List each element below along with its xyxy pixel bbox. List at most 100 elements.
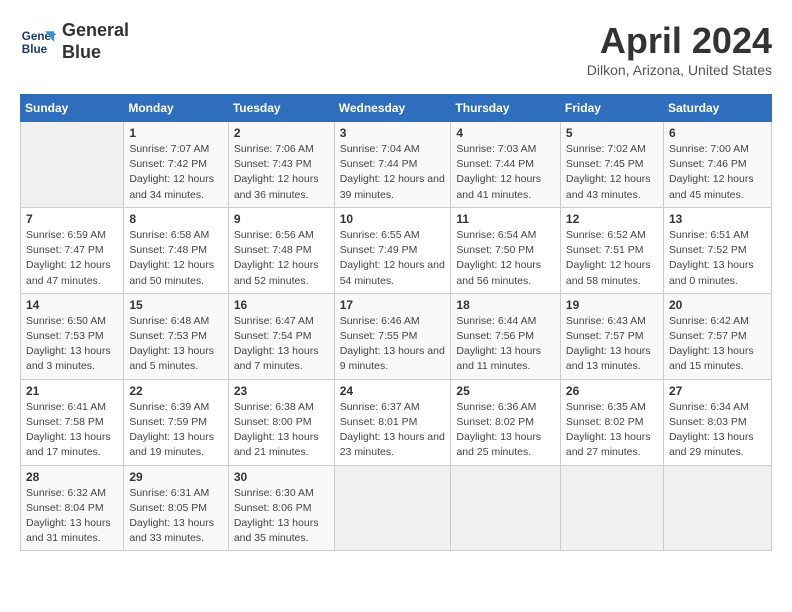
calendar-day-cell: 15Sunrise: 6:48 AMSunset: 7:53 PMDayligh…	[124, 293, 228, 379]
page-header: General Blue General Blue April 2024 Dil…	[20, 20, 772, 78]
day-info: Sunrise: 7:02 AMSunset: 7:45 PMDaylight:…	[566, 142, 658, 203]
calendar-day-cell: 26 Sunrise: 6:35 AMSunset: 8:02 PMDayligh…	[560, 379, 663, 465]
calendar-day-cell: 7 Sunrise: 6:59 AMSunset: 7:47 PMDaylight…	[21, 207, 124, 293]
day-number: 18	[456, 298, 555, 312]
calendar-day-cell: 17Sunrise: 6:46 AMSunset: 7:55 PMDayligh…	[334, 293, 451, 379]
day-info: Sunrise: 6:59 AMSunset: 7:47 PMDaylight:…	[26, 228, 118, 289]
calendar-day-cell: 23 Sunrise: 6:38 AMSunset: 8:00 PMDayligh…	[228, 379, 334, 465]
day-info: Sunrise: 7:03 AMSunset: 7:44 PMDaylight:…	[456, 142, 555, 203]
day-info: Sunrise: 6:55 AMSunset: 7:49 PMDaylight:…	[340, 228, 446, 289]
day-number: 6	[669, 126, 766, 140]
day-number: 28	[26, 470, 118, 484]
day-number: 1	[129, 126, 222, 140]
calendar-day-cell: 21 Sunrise: 6:41 AMSunset: 7:58 PMDayligh…	[21, 379, 124, 465]
day-number: 12	[566, 212, 658, 226]
calendar-week-row: 7 Sunrise: 6:59 AMSunset: 7:47 PMDaylight…	[21, 207, 772, 293]
day-info: Sunrise: 6:42 AMSunset: 7:57 PMDaylight:…	[669, 314, 766, 375]
calendar-day-cell: 8 Sunrise: 6:58 AMSunset: 7:48 PMDaylight…	[124, 207, 228, 293]
calendar-day-cell: 12 Sunrise: 6:52 AMSunset: 7:51 PMDayligh…	[560, 207, 663, 293]
calendar-day-cell: 10 Sunrise: 6:55 AMSunset: 7:49 PMDayligh…	[334, 207, 451, 293]
day-info: Sunrise: 6:44 AMSunset: 7:56 PMDaylight:…	[456, 314, 555, 375]
calendar-day-cell: 25 Sunrise: 6:36 AMSunset: 8:02 PMDayligh…	[451, 379, 561, 465]
calendar-day-cell: 14 Sunrise: 6:50 AMSunset: 7:53 PMDayligh…	[21, 293, 124, 379]
calendar-header: SundayMondayTuesdayWednesdayThursdayFrid…	[21, 95, 772, 122]
weekday-header-cell: Thursday	[451, 95, 561, 122]
day-info: Sunrise: 7:07 AMSunset: 7:42 PMDaylight:…	[129, 142, 222, 203]
day-number: 4	[456, 126, 555, 140]
calendar-day-cell: 20 Sunrise: 6:42 AMSunset: 7:57 PMDayligh…	[663, 293, 771, 379]
day-info: Sunrise: 6:56 AMSunset: 7:48 PMDaylight:…	[234, 228, 329, 289]
calendar-day-cell: 24 Sunrise: 6:37 AMSunset: 8:01 PMDayligh…	[334, 379, 451, 465]
day-number: 25	[456, 384, 555, 398]
logo: General Blue General Blue	[20, 20, 129, 63]
calendar-day-cell: 2 Sunrise: 7:06 AMSunset: 7:43 PMDaylight…	[228, 122, 334, 208]
logo-icon: General Blue	[20, 24, 56, 60]
day-info: Sunrise: 6:52 AMSunset: 7:51 PMDaylight:…	[566, 228, 658, 289]
day-number: 22	[129, 384, 222, 398]
calendar-table: SundayMondayTuesdayWednesdayThursdayFrid…	[20, 94, 772, 551]
svg-text:Blue: Blue	[22, 42, 48, 55]
day-info: Sunrise: 6:54 AMSunset: 7:50 PMDaylight:…	[456, 228, 555, 289]
day-info: Sunrise: 7:06 AMSunset: 7:43 PMDaylight:…	[234, 142, 329, 203]
calendar-week-row: 1 Sunrise: 7:07 AMSunset: 7:42 PMDaylight…	[21, 122, 772, 208]
calendar-day-cell: 11 Sunrise: 6:54 AMSunset: 7:50 PMDayligh…	[451, 207, 561, 293]
day-info: Sunrise: 6:37 AMSunset: 8:01 PMDaylight:…	[340, 400, 446, 461]
day-number: 13	[669, 212, 766, 226]
calendar-day-cell: 22 Sunrise: 6:39 AMSunset: 7:59 PMDayligh…	[124, 379, 228, 465]
day-info: Sunrise: 6:38 AMSunset: 8:00 PMDaylight:…	[234, 400, 329, 461]
day-number: 20	[669, 298, 766, 312]
day-number: 27	[669, 384, 766, 398]
day-number: 29	[129, 470, 222, 484]
day-info: Sunrise: 7:04 AMSunset: 7:44 PMDaylight:…	[340, 142, 446, 203]
calendar-week-row: 28 Sunrise: 6:32 AMSunset: 8:04 PMDayligh…	[21, 465, 772, 551]
calendar-day-cell: 13 Sunrise: 6:51 AMSunset: 7:52 PMDayligh…	[663, 207, 771, 293]
day-info: Sunrise: 6:41 AMSunset: 7:58 PMDaylight:…	[26, 400, 118, 461]
calendar-day-cell: 30Sunrise: 6:30 AMSunset: 8:06 PMDayligh…	[228, 465, 334, 551]
day-info: Sunrise: 6:32 AMSunset: 8:04 PMDaylight:…	[26, 486, 118, 547]
weekday-header-row: SundayMondayTuesdayWednesdayThursdayFrid…	[21, 95, 772, 122]
day-info: Sunrise: 6:35 AMSunset: 8:02 PMDaylight:…	[566, 400, 658, 461]
calendar-day-cell: 18 Sunrise: 6:44 AMSunset: 7:56 PMDayligh…	[451, 293, 561, 379]
day-number: 5	[566, 126, 658, 140]
weekday-header-cell: Tuesday	[228, 95, 334, 122]
day-number: 11	[456, 212, 555, 226]
calendar-day-cell	[21, 122, 124, 208]
day-number: 8	[129, 212, 222, 226]
calendar-day-cell: 9 Sunrise: 6:56 AMSunset: 7:48 PMDaylight…	[228, 207, 334, 293]
day-number: 3	[340, 126, 446, 140]
day-info: Sunrise: 6:58 AMSunset: 7:48 PMDaylight:…	[129, 228, 222, 289]
weekday-header-cell: Friday	[560, 95, 663, 122]
weekday-header-cell: Monday	[124, 95, 228, 122]
day-info: Sunrise: 6:50 AMSunset: 7:53 PMDaylight:…	[26, 314, 118, 375]
day-number: 16	[234, 298, 329, 312]
calendar-body: 1 Sunrise: 7:07 AMSunset: 7:42 PMDaylight…	[21, 122, 772, 551]
calendar-day-cell: 5 Sunrise: 7:02 AMSunset: 7:45 PMDaylight…	[560, 122, 663, 208]
weekday-header-cell: Sunday	[21, 95, 124, 122]
day-info: Sunrise: 7:00 AMSunset: 7:46 PMDaylight:…	[669, 142, 766, 203]
calendar-day-cell: 6 Sunrise: 7:00 AMSunset: 7:46 PMDaylight…	[663, 122, 771, 208]
day-info: Sunrise: 6:34 AMSunset: 8:03 PMDaylight:…	[669, 400, 766, 461]
day-number: 10	[340, 212, 446, 226]
day-info: Sunrise: 6:51 AMSunset: 7:52 PMDaylight:…	[669, 228, 766, 289]
day-number: 7	[26, 212, 118, 226]
calendar-day-cell: 19Sunrise: 6:43 AMSunset: 7:57 PMDayligh…	[560, 293, 663, 379]
day-number: 24	[340, 384, 446, 398]
day-number: 23	[234, 384, 329, 398]
day-number: 26	[566, 384, 658, 398]
calendar-day-cell: 4 Sunrise: 7:03 AMSunset: 7:44 PMDaylight…	[451, 122, 561, 208]
day-number: 17	[340, 298, 446, 312]
calendar-day-cell: 29Sunrise: 6:31 AMSunset: 8:05 PMDayligh…	[124, 465, 228, 551]
day-number: 2	[234, 126, 329, 140]
calendar-day-cell: 3 Sunrise: 7:04 AMSunset: 7:44 PMDaylight…	[334, 122, 451, 208]
calendar-day-cell	[663, 465, 771, 551]
calendar-day-cell: 1 Sunrise: 7:07 AMSunset: 7:42 PMDaylight…	[124, 122, 228, 208]
day-number: 9	[234, 212, 329, 226]
calendar-day-cell	[560, 465, 663, 551]
location: Dilkon, Arizona, United States	[587, 62, 772, 78]
calendar-day-cell: 27 Sunrise: 6:34 AMSunset: 8:03 PMDayligh…	[663, 379, 771, 465]
day-number: 14	[26, 298, 118, 312]
day-number: 21	[26, 384, 118, 398]
day-info: Sunrise: 6:36 AMSunset: 8:02 PMDaylight:…	[456, 400, 555, 461]
weekday-header-cell: Saturday	[663, 95, 771, 122]
day-info: Sunrise: 6:39 AMSunset: 7:59 PMDaylight:…	[129, 400, 222, 461]
